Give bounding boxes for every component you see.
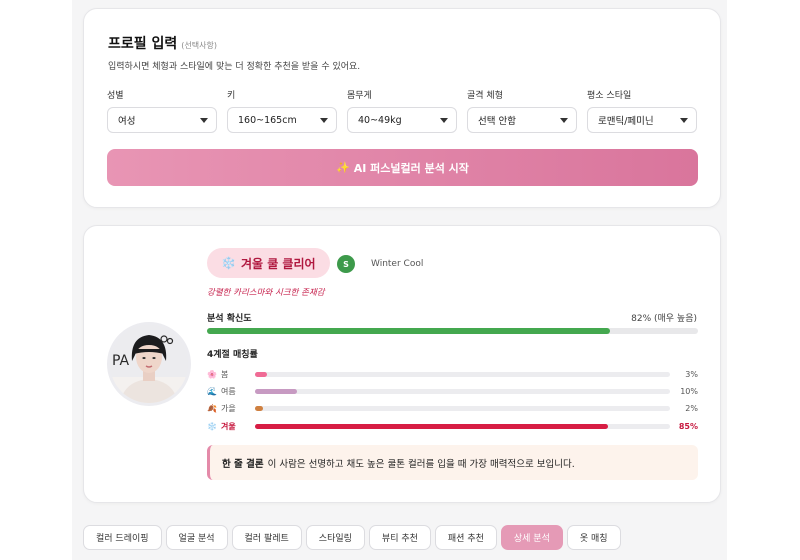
tab-outfit-matching[interactable]: 옷 매칭 xyxy=(566,525,621,550)
match-percent: 2% xyxy=(685,403,698,413)
grade-badge: S xyxy=(337,255,355,273)
match-bar-fill xyxy=(255,388,297,394)
height-value: 160~165cm xyxy=(238,114,297,126)
match-row-winter: ❄️ 겨울 85% xyxy=(207,420,698,432)
body-type-label: 골격 체형 xyxy=(467,91,503,101)
style-label: 평소 스타일 xyxy=(587,91,632,101)
wave-icon: 🌊 xyxy=(207,386,217,396)
gender-field: 성별 여성 xyxy=(107,88,217,133)
match-row-summer: 🌊 여름 10% xyxy=(207,385,698,397)
style-field: 평소 스타일 로맨틱/페미닌 xyxy=(587,88,697,133)
tab-beauty[interactable]: 뷰티 추천 xyxy=(368,525,431,550)
avatar: PA xyxy=(107,322,191,406)
match-season-name: 겨울 xyxy=(221,421,236,431)
tab-detail-analysis[interactable]: 상세 분석 xyxy=(500,525,563,550)
match-season-name: 여름 xyxy=(221,386,236,396)
season-tagline: 강렬한 카리스마와 시크한 존재감 xyxy=(207,288,325,298)
height-select[interactable]: 160~165cm xyxy=(227,107,337,133)
season-name: 겨울 쿨 클리어 xyxy=(240,256,316,271)
weight-select[interactable]: 40~49kg xyxy=(347,107,457,133)
body-type-field: 골격 체형 선택 안함 xyxy=(467,88,577,133)
start-analysis-label: AI 퍼스널컬러 분석 시작 xyxy=(353,161,469,175)
flower-icon: 🌸 xyxy=(207,369,217,379)
tab-fashion[interactable]: 패션 추천 xyxy=(434,525,497,550)
tab-face-analysis[interactable]: 얼굴 분석 xyxy=(165,525,228,550)
match-bar xyxy=(255,423,670,429)
season-match-title: 4계절 매칭률 xyxy=(207,350,258,360)
snowflake-icon: ❄️ xyxy=(207,421,217,431)
chevron-down-icon xyxy=(440,117,448,123)
profile-description: 입력하시면 체형과 스타일에 맞는 더 정확한 추천을 받을 수 있어요. xyxy=(108,62,361,72)
match-bar xyxy=(255,405,670,411)
match-bar-fill xyxy=(255,405,264,411)
chevron-down-icon xyxy=(560,117,568,123)
match-bar xyxy=(255,371,670,377)
chevron-down-icon xyxy=(320,117,328,123)
gender-value: 여성 xyxy=(118,116,136,127)
match-season-name: 가을 xyxy=(221,403,236,413)
match-percent: 3% xyxy=(685,369,698,379)
body-type-select[interactable]: 선택 안함 xyxy=(467,107,577,133)
svg-text:PA: PA xyxy=(112,353,130,369)
match-season-name: 봄 xyxy=(221,369,229,379)
conclusion-text: 이 사람은 선명하고 채도 높은 쿨톤 컬러를 입을 때 가장 매력적으로 보입… xyxy=(267,458,575,470)
weight-label: 몸무게 xyxy=(347,91,372,101)
profile-input-card: 프로필 입력 (선택사항) 입력하시면 체형과 스타일에 맞는 더 정확한 추천을… xyxy=(83,8,721,208)
match-label: 🌸 봄 xyxy=(207,369,255,380)
chevron-down-icon xyxy=(200,117,208,123)
match-percent: 10% xyxy=(680,386,698,396)
optional-hint: (선택사항) xyxy=(181,41,217,50)
height-field: 키 160~165cm xyxy=(227,88,337,133)
tab-color-draping[interactable]: 컬러 드레이핑 xyxy=(83,525,162,550)
match-bar-fill xyxy=(255,371,268,377)
match-bar-fill xyxy=(255,423,608,429)
result-tabs: 컬러 드레이핑 얼굴 분석 컬러 팔레트 스타일링 뷰티 추천 패션 추천 상세… xyxy=(83,525,621,550)
match-label: 🍂 가을 xyxy=(207,403,255,414)
style-value: 로맨틱/페미닌 xyxy=(598,116,654,127)
snowflake-icon: ❄️ xyxy=(221,256,236,270)
gender-label: 성별 xyxy=(107,91,124,101)
match-percent: 85% xyxy=(678,421,698,431)
conclusion-label: 한 줄 결론 xyxy=(222,458,264,470)
match-row-autumn: 🍂 가을 2% xyxy=(207,402,698,414)
start-analysis-button[interactable]: ✨ AI 퍼스널컬러 분석 시작 xyxy=(107,149,698,186)
chevron-down-icon xyxy=(680,117,688,123)
confidence-bar xyxy=(207,328,698,334)
season-result-badge: ❄️ 겨울 쿨 클리어 xyxy=(207,248,330,278)
sparkles-icon: ✨ xyxy=(336,161,350,174)
confidence-label: 분석 확신도 xyxy=(207,314,252,324)
match-bar xyxy=(255,388,670,394)
analysis-result-card: PA ❄️ 겨울 쿨 클리어 S Winter Cool 강렬한 카리스마와 시… xyxy=(83,225,721,503)
conclusion-box: 한 줄 결론 이 사람은 선명하고 채도 높은 쿨톤 컬러를 입을 때 가장 매… xyxy=(207,445,698,480)
height-label: 키 xyxy=(227,91,236,101)
season-english-name: Winter Cool xyxy=(371,259,424,269)
profile-title: 프로필 입력 (선택사항) xyxy=(108,33,217,53)
portrait-image: PA xyxy=(110,325,188,403)
weight-field: 몸무게 40~49kg xyxy=(347,88,457,133)
match-label: ❄️ 겨울 xyxy=(207,421,255,432)
tab-color-palette[interactable]: 컬러 팔레트 xyxy=(231,525,302,550)
match-row-spring: 🌸 봄 3% xyxy=(207,368,698,380)
weight-value: 40~49kg xyxy=(358,114,402,126)
match-label: 🌊 여름 xyxy=(207,386,255,397)
body-type-value: 선택 안함 xyxy=(478,116,516,127)
profile-title-text: 프로필 입력 xyxy=(108,36,178,52)
tab-styling[interactable]: 스타일링 xyxy=(305,525,365,550)
confidence-bar-fill xyxy=(207,328,610,334)
gender-select[interactable]: 여성 xyxy=(107,107,217,133)
leaf-icon: 🍂 xyxy=(207,403,217,413)
confidence-value: 82% (매우 높음) xyxy=(631,314,697,324)
style-select[interactable]: 로맨틱/페미닌 xyxy=(587,107,697,133)
